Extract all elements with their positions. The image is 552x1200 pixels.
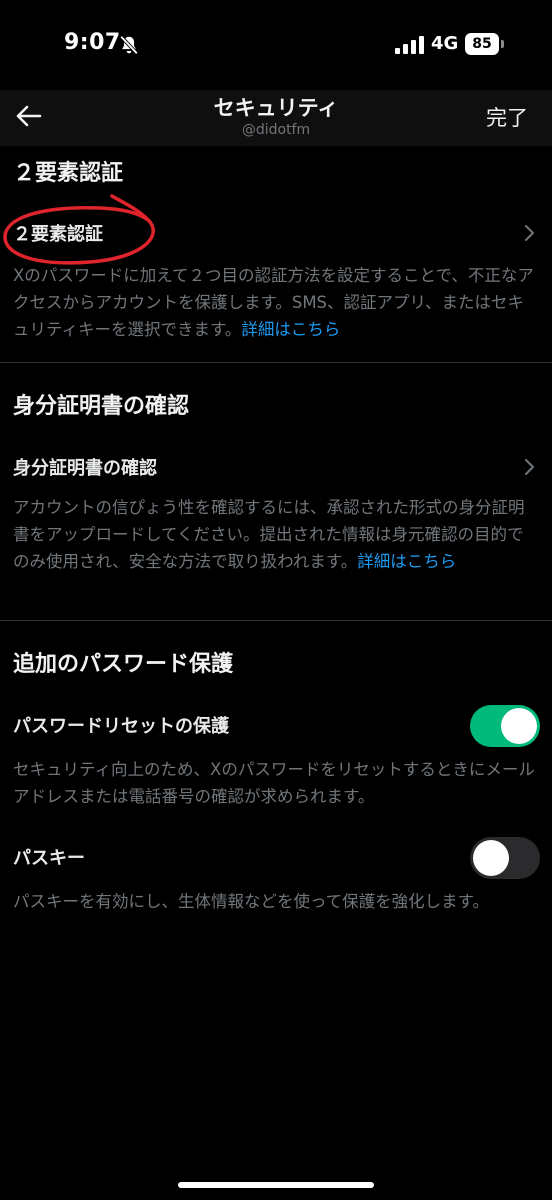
toggle-knob xyxy=(501,708,537,744)
toggle-knob xyxy=(473,840,509,876)
page-username: @didotfm xyxy=(241,122,311,138)
chevron-right-icon xyxy=(525,459,534,475)
id-verification-label: 身分証明書の確認 xyxy=(13,458,157,479)
id-verification-row[interactable]: 身分証明書の確認 xyxy=(0,442,552,492)
passkey-label: パスキー xyxy=(13,848,85,869)
bell-slash-icon xyxy=(119,35,139,55)
nav-header: セキュリティ @didotfm 完了 xyxy=(0,90,552,146)
page-title: セキュリティ xyxy=(213,96,339,120)
status-time: 9:07 xyxy=(64,30,121,55)
id-verification-description: アカウントの信ぴょう性を確認するには、承認された形式の身分証明書をアップロードし… xyxy=(13,498,525,571)
battery-level: 85 xyxy=(472,36,492,52)
status-bar: 9:07 4G 85 xyxy=(0,0,552,90)
divider xyxy=(0,362,552,363)
password-reset-protection-description: セキュリティ向上のため、Xのパスワードをリセットするときにメールアドレスまたは電… xyxy=(13,760,535,806)
two-factor-description: Xのパスワードに加えて２つ目の認証方法を設定することで、不正なアクセスからアカウ… xyxy=(13,266,534,339)
network-type: 4G xyxy=(431,33,459,54)
two-factor-learn-more-link[interactable]: 詳細はこちら xyxy=(241,320,340,339)
section-title-two-factor: ２要素認証 xyxy=(13,161,124,186)
two-factor-row[interactable]: ２要素認証 xyxy=(0,208,552,258)
two-factor-label: ２要素認証 xyxy=(13,224,103,245)
divider xyxy=(0,620,552,621)
section-title-id-verification: 身分証明書の確認 xyxy=(13,394,190,419)
section-title-password-protection: 追加のパスワード保護 xyxy=(13,652,234,677)
passkey-toggle[interactable] xyxy=(470,837,540,879)
done-button[interactable]: 完了 xyxy=(486,102,528,132)
passkey-description: パスキーを有効にし、生体情報などを使って保護を強化します。 xyxy=(13,892,490,911)
password-reset-protection-toggle[interactable] xyxy=(470,705,540,747)
password-reset-protection-label: パスワードリセットの保護 xyxy=(13,716,229,737)
battery-icon: 85 xyxy=(465,33,504,55)
home-indicator xyxy=(178,1182,374,1188)
id-verification-learn-more-link[interactable]: 詳細はこちら xyxy=(357,552,456,571)
cellular-signal-icon xyxy=(395,36,424,54)
chevron-right-icon xyxy=(525,225,534,241)
